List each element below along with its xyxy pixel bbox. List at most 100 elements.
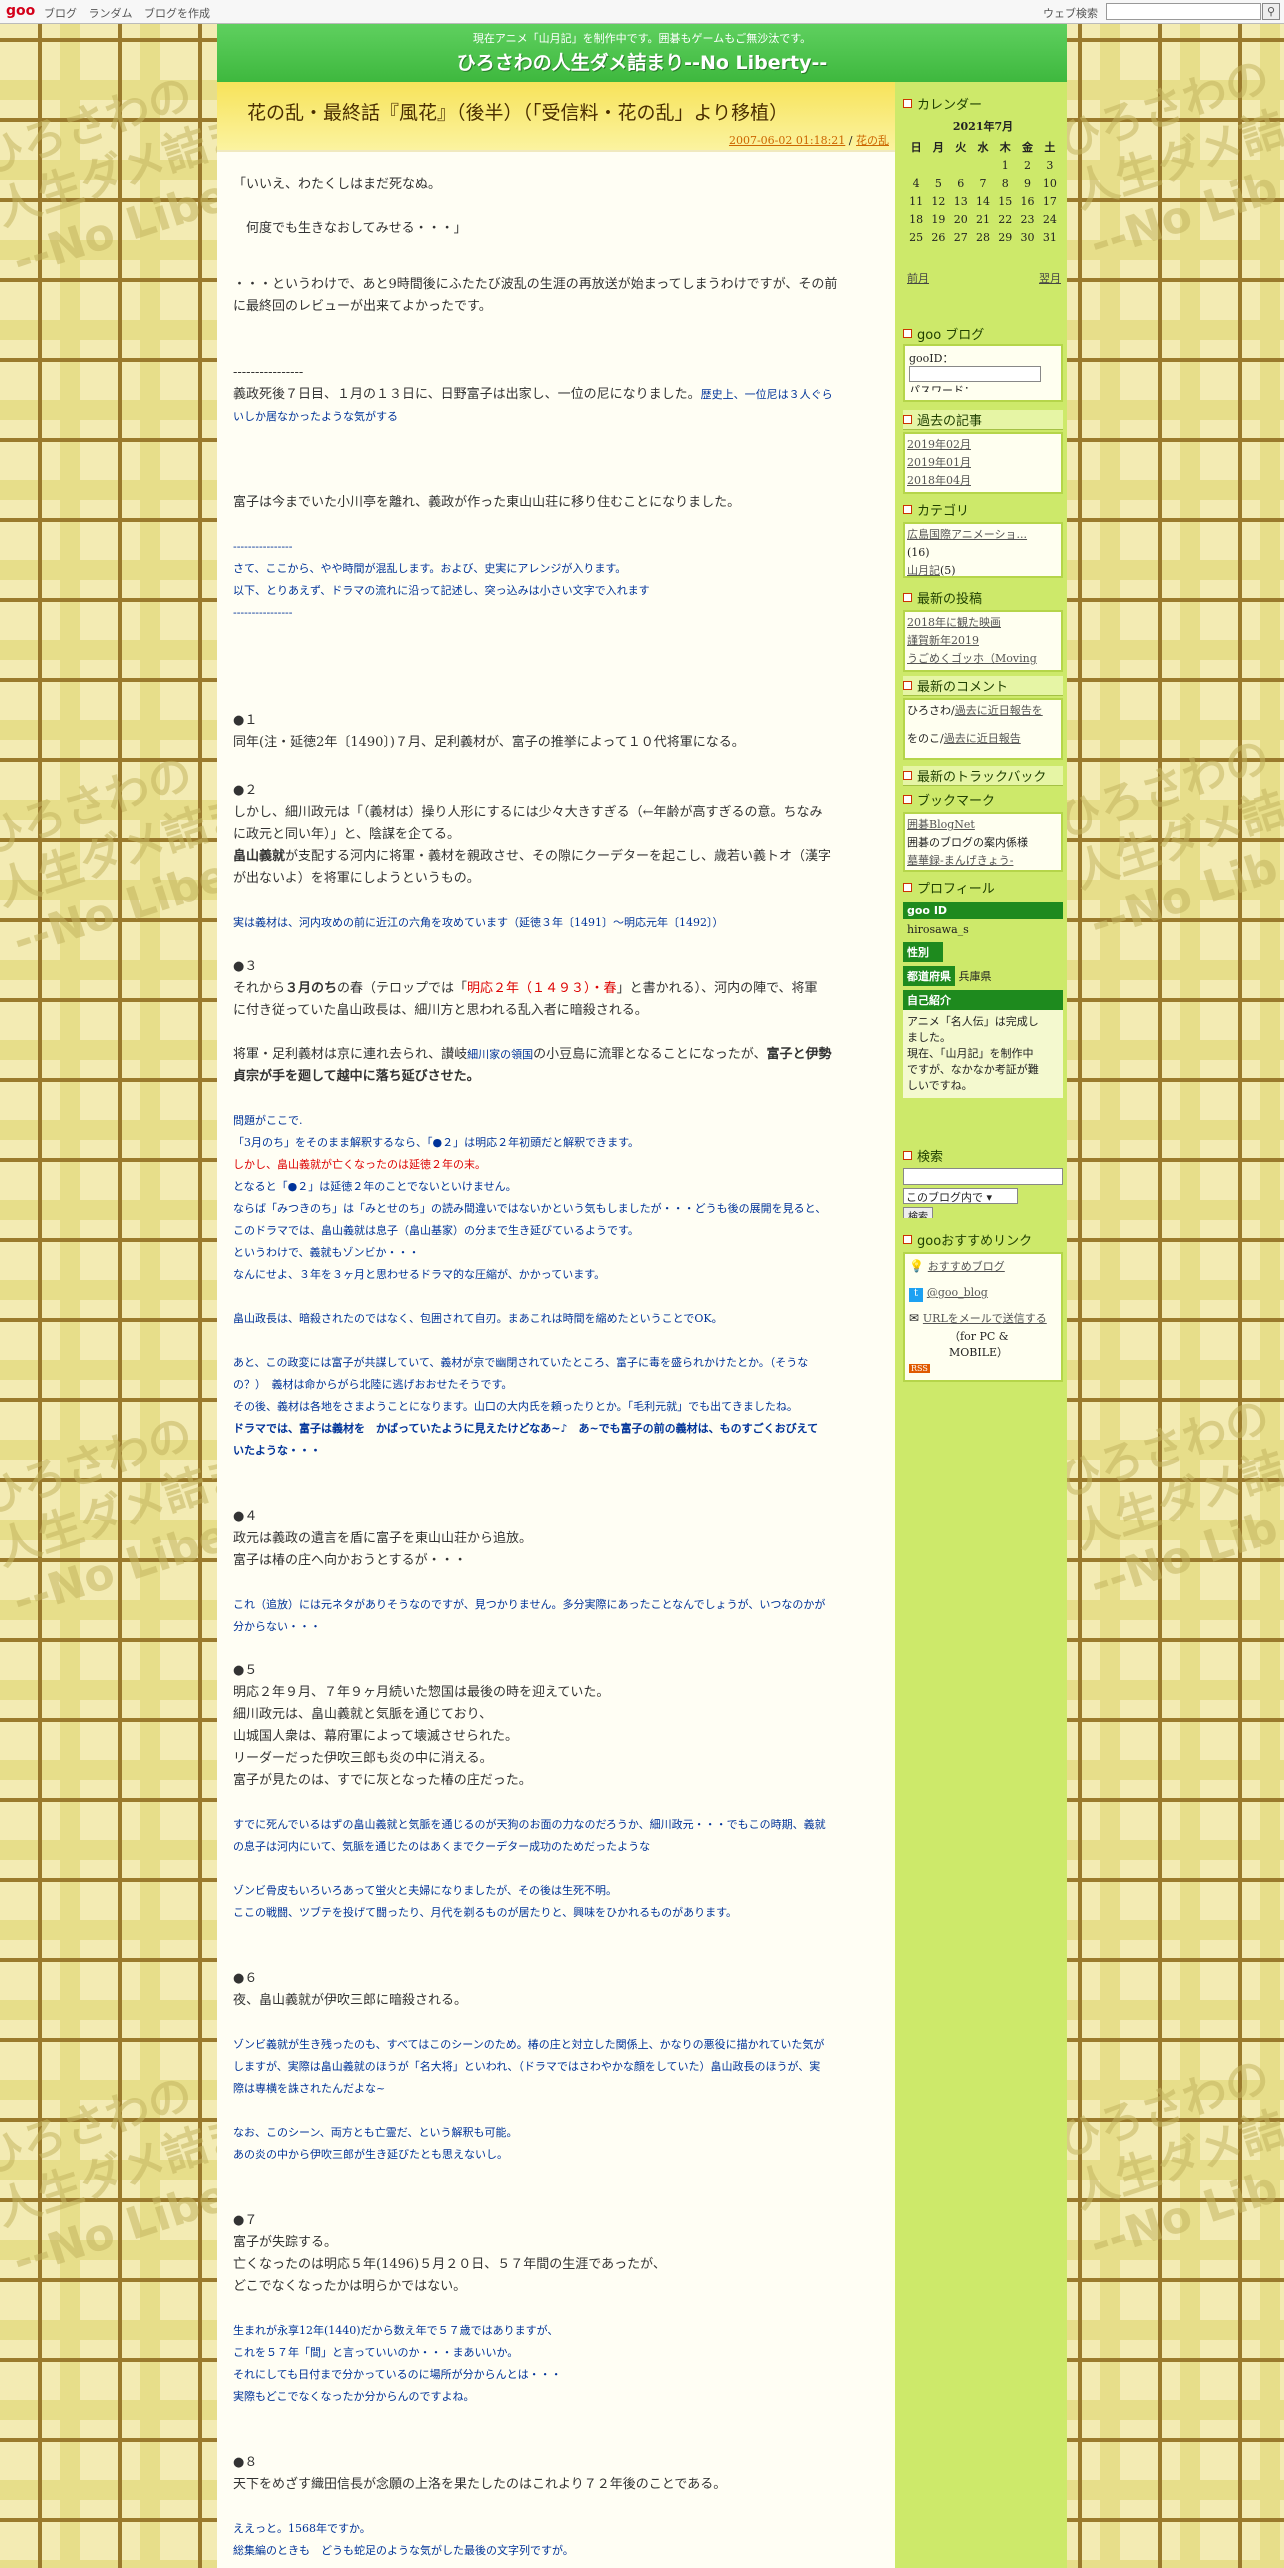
web-search-label: ウェブ検索	[1043, 7, 1098, 20]
blog-wrapper: 現在アニメ「山月記」を制作中です。囲碁もゲームもご無沙汰です。 ひろさわの人生ダ…	[217, 24, 1067, 2568]
body-line: その後、義材は各地をさまようことになります。山口の大内氏を頼ったりとか。「毛利元…	[233, 1400, 798, 1413]
body-line: 以下、とりあえず、ドラマの流れに沿って記述し、突っ込みは小さい文字で入れます	[233, 584, 650, 597]
search-icon[interactable]: ⚲	[1262, 3, 1280, 20]
entry-date-link[interactable]: 2007-06-02 01:18:21	[729, 134, 845, 147]
body-line: しますが、実際は畠山義就のほうが「名大将」といわれ、（ドラマではさわやかな顔をし…	[233, 2060, 821, 2073]
web-search-input[interactable]	[1106, 3, 1261, 20]
calendar-nav: 前月 翌月	[907, 270, 1061, 286]
body-line: 亡くなったのは明応５年(1496)５月２０日、５７年間の生涯であったが、	[233, 2257, 666, 2272]
section-heading: ●３	[233, 959, 258, 974]
bookmark-note: 囲碁のブログの案内係様	[907, 836, 1028, 849]
nav-random-link[interactable]: ランダム	[89, 7, 133, 20]
body-line: どこでなくなったかは明らかではない。	[233, 2279, 467, 2294]
blog-search-button[interactable]: 検索	[903, 1207, 933, 1218]
goo-blog-heading: goo ブログ	[903, 324, 1063, 344]
login-box: gooID： パスワード：	[903, 344, 1063, 402]
goo-logo[interactable]: goo	[6, 3, 35, 19]
recommend-item: ✉ URLをメールで送信する	[909, 1310, 1057, 1328]
nav-create-blog-link[interactable]: ブログを作成	[144, 7, 210, 20]
profile-intro-heading: 自己紹介	[903, 990, 1063, 1010]
toolbar-nav: ブログ ランダム ブログを作成	[44, 5, 218, 21]
body-line: ここの戦闘、ツブテを投げて闘ったり、月代を剃るものが居たりと、興味をひかれるもの…	[233, 1906, 738, 1919]
body-line: 富子は今までいた小川亭を離れ、義政が作った東山山荘に移り住むことになりました。	[233, 495, 741, 510]
comment-link[interactable]: 過去に近日報告	[944, 732, 1021, 745]
body-line: 生まれが永享12年(1440)だから数え年で５７歳ではありますが、	[233, 2324, 559, 2337]
blog-search-form: このブログ内で ▾ 検索	[903, 1168, 1063, 1218]
chevron-down-icon: ▾	[986, 1191, 993, 1204]
calendar-heading: カレンダー	[903, 94, 1063, 114]
archive-link[interactable]: 2019年02月	[907, 436, 1059, 454]
body-line: それにしても日付まで分かっているのに場所が分からんとは・・・	[233, 2368, 562, 2381]
category-item: 山月記(5)	[907, 564, 956, 577]
comment-item: をのこ/過去に近日報告	[907, 732, 1021, 745]
recommend-heading: gooおすすめリンク	[903, 1230, 1063, 1250]
archive-link[interactable]: 2018年04月	[907, 472, 1059, 490]
body-line: 富子が見たのは、すでに灰となった椿の庄だった。	[233, 1773, 532, 1788]
sidebar: カレンダー 2021年7月 日月火水木金土 123 4 5 6 7 8 9 10 11 12 1…	[895, 82, 1067, 2568]
bookmark-box: 囲碁BlogNet 囲碁のブログの案内係様 墓華録-まんげきょう-	[903, 812, 1063, 872]
calendar-prev-link[interactable]: 前月	[907, 272, 929, 285]
search-scope-select[interactable]: このブログ内で ▾	[903, 1188, 1018, 1204]
body-line: の息子は河内にいて、気脈を通じたのはあくまでクーデター成功のためだったような	[233, 1840, 651, 1853]
entry-category-link[interactable]: 花の乱	[856, 134, 889, 147]
section-heading: ●１	[233, 713, 258, 728]
nav-blog-link[interactable]: ブログ	[44, 7, 77, 20]
body-line: の？） 義材は命からがら北陸に逃げおおせたそうです。	[233, 1378, 513, 1391]
body-line: が出ないよ）を将軍にしようというもの。	[233, 871, 480, 886]
recommend-link[interactable]: @goo_blog	[927, 1286, 988, 1299]
bookmark-link[interactable]: 囲碁BlogNet	[907, 816, 1059, 834]
calendar: 2021年7月 日月火水木金土 123 4 5 6 7 8 9 10 11 12 13 14 15 1…	[905, 118, 1061, 246]
body-line: ドラマでは、富子は義材を かばっていたように見えたけどなあ~♪ あ~でも富子の前…	[233, 1422, 819, 1435]
goo-id-input[interactable]	[909, 366, 1041, 382]
body-line: 総集編のときも どうも蛇足のような気がした最後の文字列ですが。	[233, 2544, 574, 2557]
recommend-box: 💡 おすすめブログ t @goo_blog ✉ URLをメールで送信する （fo…	[903, 1252, 1063, 1382]
recent-post-link[interactable]: 謹賀新年2019	[907, 632, 1059, 650]
recent-comments-heading: 最新のコメント	[903, 676, 1063, 696]
mail-icon: ✉	[909, 1311, 920, 1325]
category-link[interactable]: 山月記	[907, 564, 940, 577]
body-line: 将軍・足利義材は京に連れ去られ、讃岐細川家の領国の小豆島に流罪となることになった…	[233, 1047, 832, 1062]
body-line: ゾンビ骨皮もいろいろあって蛍火と夫婦になりましたが、その後は生死不明。	[233, 1884, 618, 1897]
body-line: ----------------	[233, 365, 304, 380]
recent-comments-box: ひろさわ/過去に近日報告を をのこ/過去に近日報告	[903, 698, 1063, 760]
body-line: なお、このシーン、両方とも亡霊だ、という解釈も可能。	[233, 2126, 518, 2139]
password-label: パスワード：	[909, 384, 975, 392]
body-line: 山城国人衆は、幕府軍によって壊滅させられた。	[233, 1729, 518, 1744]
recent-post-link[interactable]: うごめくゴッホ（Moving	[907, 650, 1059, 668]
profile-intro: アニメ「名人伝」は完成し ました。 現在、「山月記」を制作中 ですが、なかなか考…	[903, 1010, 1063, 1098]
rss-icon[interactable]: RSS	[909, 1364, 930, 1373]
body-line: しかし、畠山義就が亡くなったのは延徳２年の末。	[233, 1158, 486, 1171]
bookmark-link[interactable]: 墓華録-まんげきょう-	[907, 852, 1059, 870]
body-line: に付き従っていた畠山政長は、細川方と思われる乱入者に暗殺される。	[233, 1003, 648, 1018]
body-line: に最終回のレビューが出来てよかったです。	[233, 299, 492, 314]
comment-link[interactable]: 過去に近日報告を	[955, 704, 1043, 717]
archive-box: 2019年02月 2019年01月 2018年04月	[903, 432, 1063, 494]
body-line: このドラマでは、畠山義就は息子（畠山基家）の分まで生き延びているようです。	[233, 1224, 639, 1237]
body-line: 富子は椿の庄へ向かおうとするが・・・	[233, 1553, 467, 1568]
body-line: 畠山政長は、暗殺されたのではなく、包囲されて自刃。まあこれは時間を縮めたというこ…	[233, 1312, 723, 1325]
category-item: 広島国際アニメーショ... (16)	[907, 528, 1028, 559]
blog-search-input[interactable]	[903, 1168, 1063, 1185]
category-link[interactable]: 広島国際アニメーショ...	[907, 528, 1027, 541]
body-line: というわけで、義就もゾンビか・・・	[233, 1246, 420, 1259]
body-line: 夜、畠山義就が伊吹三郎に暗殺される。	[233, 1993, 468, 2008]
body-line: 政元は義政の遺言を盾に富子を東山山荘から追放。	[233, 1531, 533, 1546]
archive-link[interactable]: 2019年01月	[907, 454, 1059, 472]
recent-post-link[interactable]: 2018年に観た映画	[907, 614, 1059, 632]
blog-subtitle: 現在アニメ「山月記」を制作中です。囲碁もゲームもご無沙汰です。	[472, 32, 812, 45]
body-line: 際は専横を誅されたんだよな~	[233, 2082, 386, 2095]
search-heading: 検索	[903, 1146, 1063, 1166]
entry-header: 花の乱・最終話『風花』（後半）（「受信料・花の乱」より移植） 2007-06-0…	[217, 82, 895, 152]
profile-sex-heading: 性別	[903, 942, 943, 962]
body-line: 何度でも生きなおしてみせる・・・」	[233, 221, 467, 236]
blog-title[interactable]: ひろさわの人生ダメ詰まり--No Liberty--	[217, 48, 1067, 75]
send-url-link[interactable]: URLをメールで送信する	[923, 1312, 1047, 1325]
recommend-link[interactable]: おすすめブログ	[928, 1260, 1005, 1273]
calendar-next-link[interactable]: 翌月	[1039, 270, 1061, 286]
body-line: いしか居なかったような気がする	[233, 410, 398, 423]
profile-id-heading: goo ID	[903, 902, 1063, 919]
profile-id: hirosawa_s	[907, 923, 969, 936]
body-line: あの炎の中から伊吹三郎が生き延びたとも思えないし。	[233, 2148, 508, 2161]
section-heading: ●５	[233, 1663, 258, 1678]
comment-item: ひろさわ/過去に近日報告を	[907, 704, 1043, 717]
